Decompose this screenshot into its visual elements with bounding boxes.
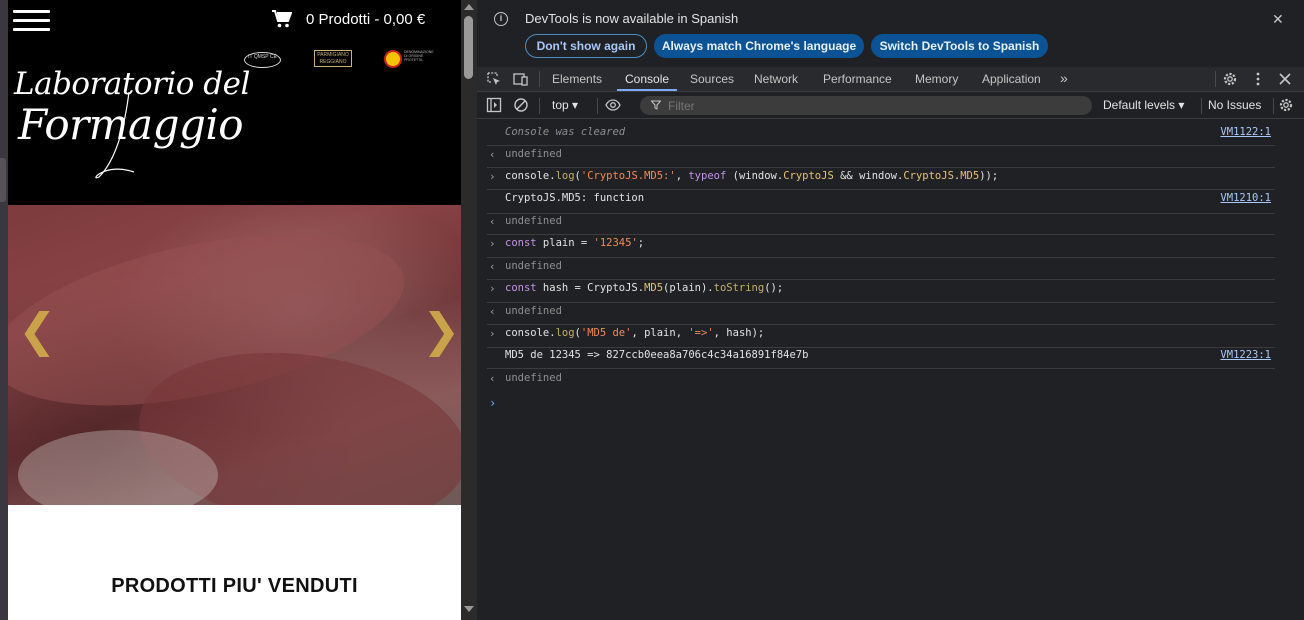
console-prompt-icon[interactable]: › <box>489 396 496 410</box>
console-result: ‹ undefined <box>487 372 1275 392</box>
carousel-next-button[interactable]: ❯ <box>422 307 461 353</box>
console-result: ‹ undefined <box>487 305 1275 325</box>
console-input: › const plain = '12345'; <box>487 237 1275 258</box>
hamburger-menu-icon[interactable] <box>13 10 50 32</box>
input-arrow-icon: › <box>489 282 496 295</box>
console-result: ‹ undefined <box>487 148 1275 168</box>
cart-text: 0 Prodotti - 0,00 € <box>306 10 426 28</box>
console-output[interactable]: Console was cleared VM1122:1 ‹ undefined… <box>477 120 1304 620</box>
active-tab-indicator <box>617 89 677 91</box>
result-value: undefined <box>505 260 562 272</box>
command-text: console.log('CryptoJS.MD5:', typeof (win… <box>505 170 999 182</box>
result-arrow-icon: ‹ <box>489 215 496 228</box>
console-settings-gear-icon[interactable] <box>1278 97 1294 113</box>
command-text: const plain = '12345'; <box>505 237 645 249</box>
source-link[interactable]: VM1122:1 <box>1220 126 1271 138</box>
tab-application[interactable]: Application <box>982 72 1041 86</box>
clear-console-icon[interactable] <box>513 97 529 113</box>
devtools-tabbar: Elements Console Sources Network Perform… <box>477 67 1304 92</box>
result-arrow-icon: ‹ <box>489 372 496 385</box>
more-options-kebab-icon[interactable] <box>1250 71 1266 87</box>
issues-counter[interactable]: No Issues <box>1208 98 1261 112</box>
devtools-panel: i DevTools is now available in Spanish ✕… <box>477 0 1304 620</box>
language-infobar: i DevTools is now available in Spanish ✕… <box>477 0 1304 67</box>
dop-seal-icon <box>384 50 402 68</box>
dont-show-again-button[interactable]: Don't show again <box>525 34 647 58</box>
log-text: CryptoJS.MD5: function <box>505 192 645 204</box>
scroll-thumb[interactable] <box>464 16 473 79</box>
console-input: › console.log('MD5 de', plain, '=>', has… <box>487 327 1275 348</box>
cart-icon <box>272 10 292 28</box>
filter-funnel-icon <box>651 100 661 110</box>
result-value: undefined <box>505 215 562 227</box>
info-icon: i <box>494 12 508 26</box>
tab-console[interactable]: Console <box>625 72 669 86</box>
parmigiano-reggiano-badge: PARMIGIANO REGGIANO <box>314 50 352 67</box>
close-icon[interactable]: ✕ <box>1272 11 1284 28</box>
result-value: undefined <box>505 372 562 384</box>
resize-grip[interactable] <box>0 158 6 202</box>
console-log-output: CryptoJS.MD5: function VM1210:1 <box>487 192 1275 214</box>
console-log-output: MD5 de 12345 => 827ccb0eea8a706c4c34a168… <box>487 349 1275 369</box>
site-header: 0 Prodotti - 0,00 € IT QMSP CE PARMIGIAN… <box>8 0 461 205</box>
cart-summary-button[interactable]: 0 Prodotti - 0,00 € <box>272 10 425 28</box>
bestsellers-section: PRODOTTI PIU' VENDUTI <box>8 505 461 620</box>
console-result: ‹ undefined <box>487 215 1275 235</box>
input-arrow-icon: › <box>489 237 496 250</box>
dop-badge: DENOMINAZIONE DI ORIGINE PROTETTA <box>384 48 434 74</box>
result-arrow-icon: ‹ <box>489 148 496 161</box>
input-arrow-icon: › <box>489 327 496 340</box>
window-edge <box>0 0 8 620</box>
result-value: undefined <box>505 305 562 317</box>
settings-gear-icon[interactable] <box>1222 71 1238 87</box>
source-link[interactable]: VM1223:1 <box>1220 349 1271 361</box>
website-viewport: 0 Prodotti - 0,00 € IT QMSP CE PARMIGIAN… <box>0 0 477 620</box>
hero-carousel[interactable]: ❮ ❯ <box>8 205 461 505</box>
more-tabs-chevron-icon[interactable]: » <box>1060 70 1068 86</box>
console-cleared-text: Console was cleared <box>505 126 626 138</box>
close-devtools-icon[interactable] <box>1277 71 1293 87</box>
console-input: › console.log('CryptoJS.MD5:', typeof (w… <box>487 170 1275 190</box>
page-scrollbar[interactable] <box>461 0 477 620</box>
result-arrow-icon: ‹ <box>489 305 496 318</box>
certification-badges: IT QMSP CE PARMIGIANO REGGIANO DENOMINAZ… <box>244 48 434 76</box>
input-arrow-icon: › <box>489 170 496 183</box>
scroll-up-arrow-icon[interactable] <box>464 4 474 10</box>
inspect-element-icon[interactable] <box>486 71 502 87</box>
result-value: undefined <box>505 148 562 160</box>
logo-flourish <box>95 92 135 179</box>
infobar-message: DevTools is now available in Spanish <box>525 11 739 26</box>
switch-to-spanish-button[interactable]: Switch DevTools to Spanish <box>871 34 1048 58</box>
chevron-right-icon: ❯ <box>422 303 461 357</box>
console-message: Console was cleared VM1122:1 <box>487 126 1275 146</box>
result-arrow-icon: ‹ <box>489 260 496 273</box>
console-input: › const hash = CryptoJS.MD5(plain).toStr… <box>487 282 1275 303</box>
command-text: console.log('MD5 de', plain, '=>', hash)… <box>505 327 765 339</box>
chevron-left-icon: ❮ <box>18 303 57 357</box>
device-toolbar-icon[interactable] <box>513 71 529 87</box>
source-link[interactable]: VM1210:1 <box>1220 192 1271 204</box>
context-selector[interactable]: top ▾ <box>552 98 578 112</box>
console-filter-input[interactable] <box>640 96 1092 115</box>
tab-sources[interactable]: Sources <box>690 72 734 86</box>
section-title: PRODOTTI PIU' VENDUTI <box>111 575 358 597</box>
command-text: const hash = CryptoJS.MD5(plain).toStrin… <box>505 282 784 294</box>
console-result: ‹ undefined <box>487 260 1275 280</box>
carousel-prev-button[interactable]: ❮ <box>18 307 57 353</box>
dop-badge-text: DENOMINAZIONE DI ORIGINE PROTETTA <box>404 50 434 62</box>
console-toolbar: top ▾ Default levels ▾ No Issues <box>477 92 1304 119</box>
log-text: MD5 de 12345 => 827ccb0eea8a706c4c34a168… <box>505 349 809 361</box>
tab-memory[interactable]: Memory <box>915 72 958 86</box>
match-language-button[interactable]: Always match Chrome's language <box>654 34 864 58</box>
tab-performance[interactable]: Performance <box>823 72 892 86</box>
scroll-down-arrow-icon[interactable] <box>464 606 474 612</box>
live-expression-eye-icon[interactable] <box>605 97 621 113</box>
sidebar-toggle-icon[interactable] <box>486 97 502 113</box>
log-levels-dropdown[interactable]: Default levels ▾ <box>1103 98 1184 112</box>
tab-network[interactable]: Network <box>754 72 798 86</box>
tab-elements[interactable]: Elements <box>552 72 602 86</box>
